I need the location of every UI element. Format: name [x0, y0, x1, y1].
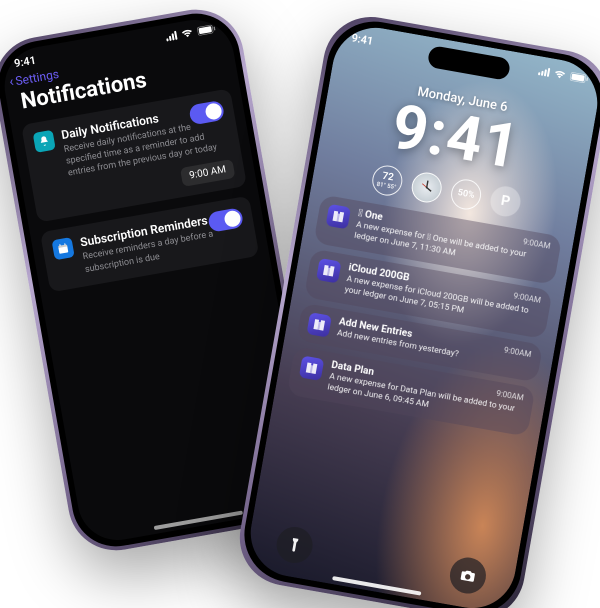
- clock-widget[interactable]: [409, 170, 444, 205]
- app-icon: [326, 204, 351, 229]
- clock-face-icon: [412, 172, 442, 202]
- camera-button[interactable]: [447, 555, 489, 597]
- flashlight-button[interactable]: [274, 524, 316, 566]
- flashlight-icon: [285, 536, 304, 555]
- battery-widget[interactable]: 50%: [449, 177, 484, 212]
- lock-bottom-row: [246, 519, 516, 601]
- weather-range: 81° 55°: [376, 181, 397, 191]
- camera-icon: [459, 566, 478, 585]
- app-icon: [299, 356, 324, 381]
- notifications-stack:  One A new expense for  One will be ad…: [275, 192, 574, 439]
- lock-screen: 9:41 Monday, June 6 9:41 72 81° 55°: [244, 21, 600, 608]
- app-icon: [306, 312, 331, 337]
- bell-icon: [33, 130, 56, 153]
- phone-lockscreen: 9:41 Monday, June 6 9:41 72 81° 55°: [232, 9, 600, 608]
- weather-widget[interactable]: 72 81° 55°: [370, 163, 405, 198]
- app-icon: [316, 258, 341, 283]
- daily-notifications-time[interactable]: 9:00 AM: [180, 159, 236, 187]
- app-widget[interactable]: P: [488, 184, 523, 219]
- app-widget-letter: P: [500, 193, 512, 210]
- calendar-icon: [52, 237, 75, 260]
- battery-percent: 50%: [457, 188, 475, 201]
